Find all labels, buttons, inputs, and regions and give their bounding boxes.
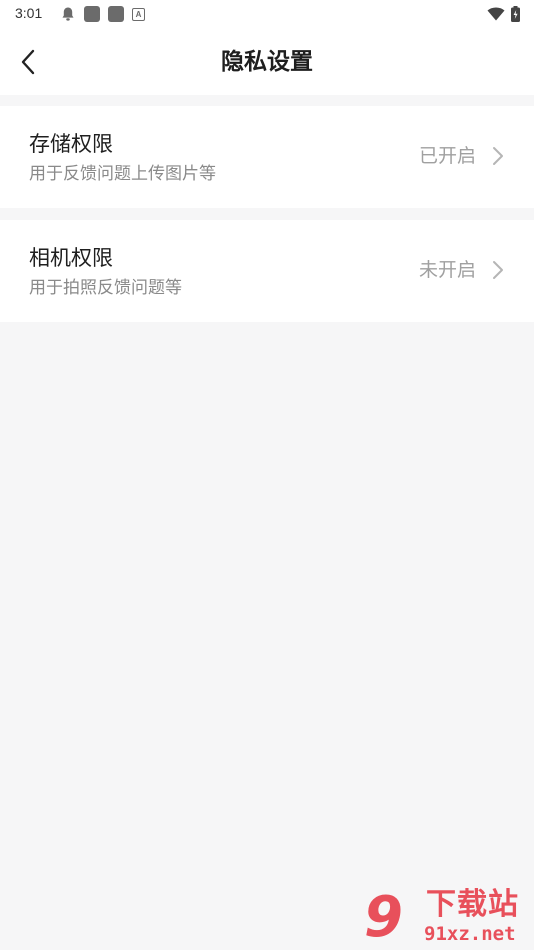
watermark-domain: 91xz.net [424, 923, 516, 945]
keyboard-icon: A [132, 7, 145, 21]
watermark-logo-mark: 9 [364, 885, 403, 950]
app-icon [108, 6, 124, 22]
page-title: 隐私设置 [221, 49, 313, 75]
chevron-right-icon [493, 261, 503, 279]
storage-permission-row[interactable]: 存储权限 用于反馈问题上传图片等 已开启 [0, 106, 534, 208]
permission-description: 用于拍照反馈问题等 [29, 278, 182, 298]
app-icon [84, 6, 100, 22]
permission-description: 用于反馈问题上传图片等 [29, 164, 216, 184]
permission-status: 已开启 [418, 145, 476, 167]
camera-permission-row[interactable]: 相机权限 用于拍照反馈问题等 未开启 [0, 220, 534, 322]
header: 隐私设置 [0, 28, 534, 95]
battery-icon [511, 6, 520, 22]
watermark-logo: 9 下载站 91xz.net [362, 886, 534, 950]
status-icons-right [487, 6, 520, 22]
status-bar: 3:01 A [0, 0, 534, 28]
notification-icon [62, 7, 74, 21]
permission-title: 存储权限 [29, 132, 113, 156]
watermark-text: 下载站 [426, 887, 519, 922]
permission-status: 未开启 [418, 259, 476, 281]
status-time: 3:01 [15, 5, 43, 21]
wifi-icon [487, 7, 505, 21]
status-icons-left: A [60, 6, 145, 22]
permission-title: 相机权限 [29, 246, 113, 270]
chevron-right-icon [493, 147, 503, 165]
